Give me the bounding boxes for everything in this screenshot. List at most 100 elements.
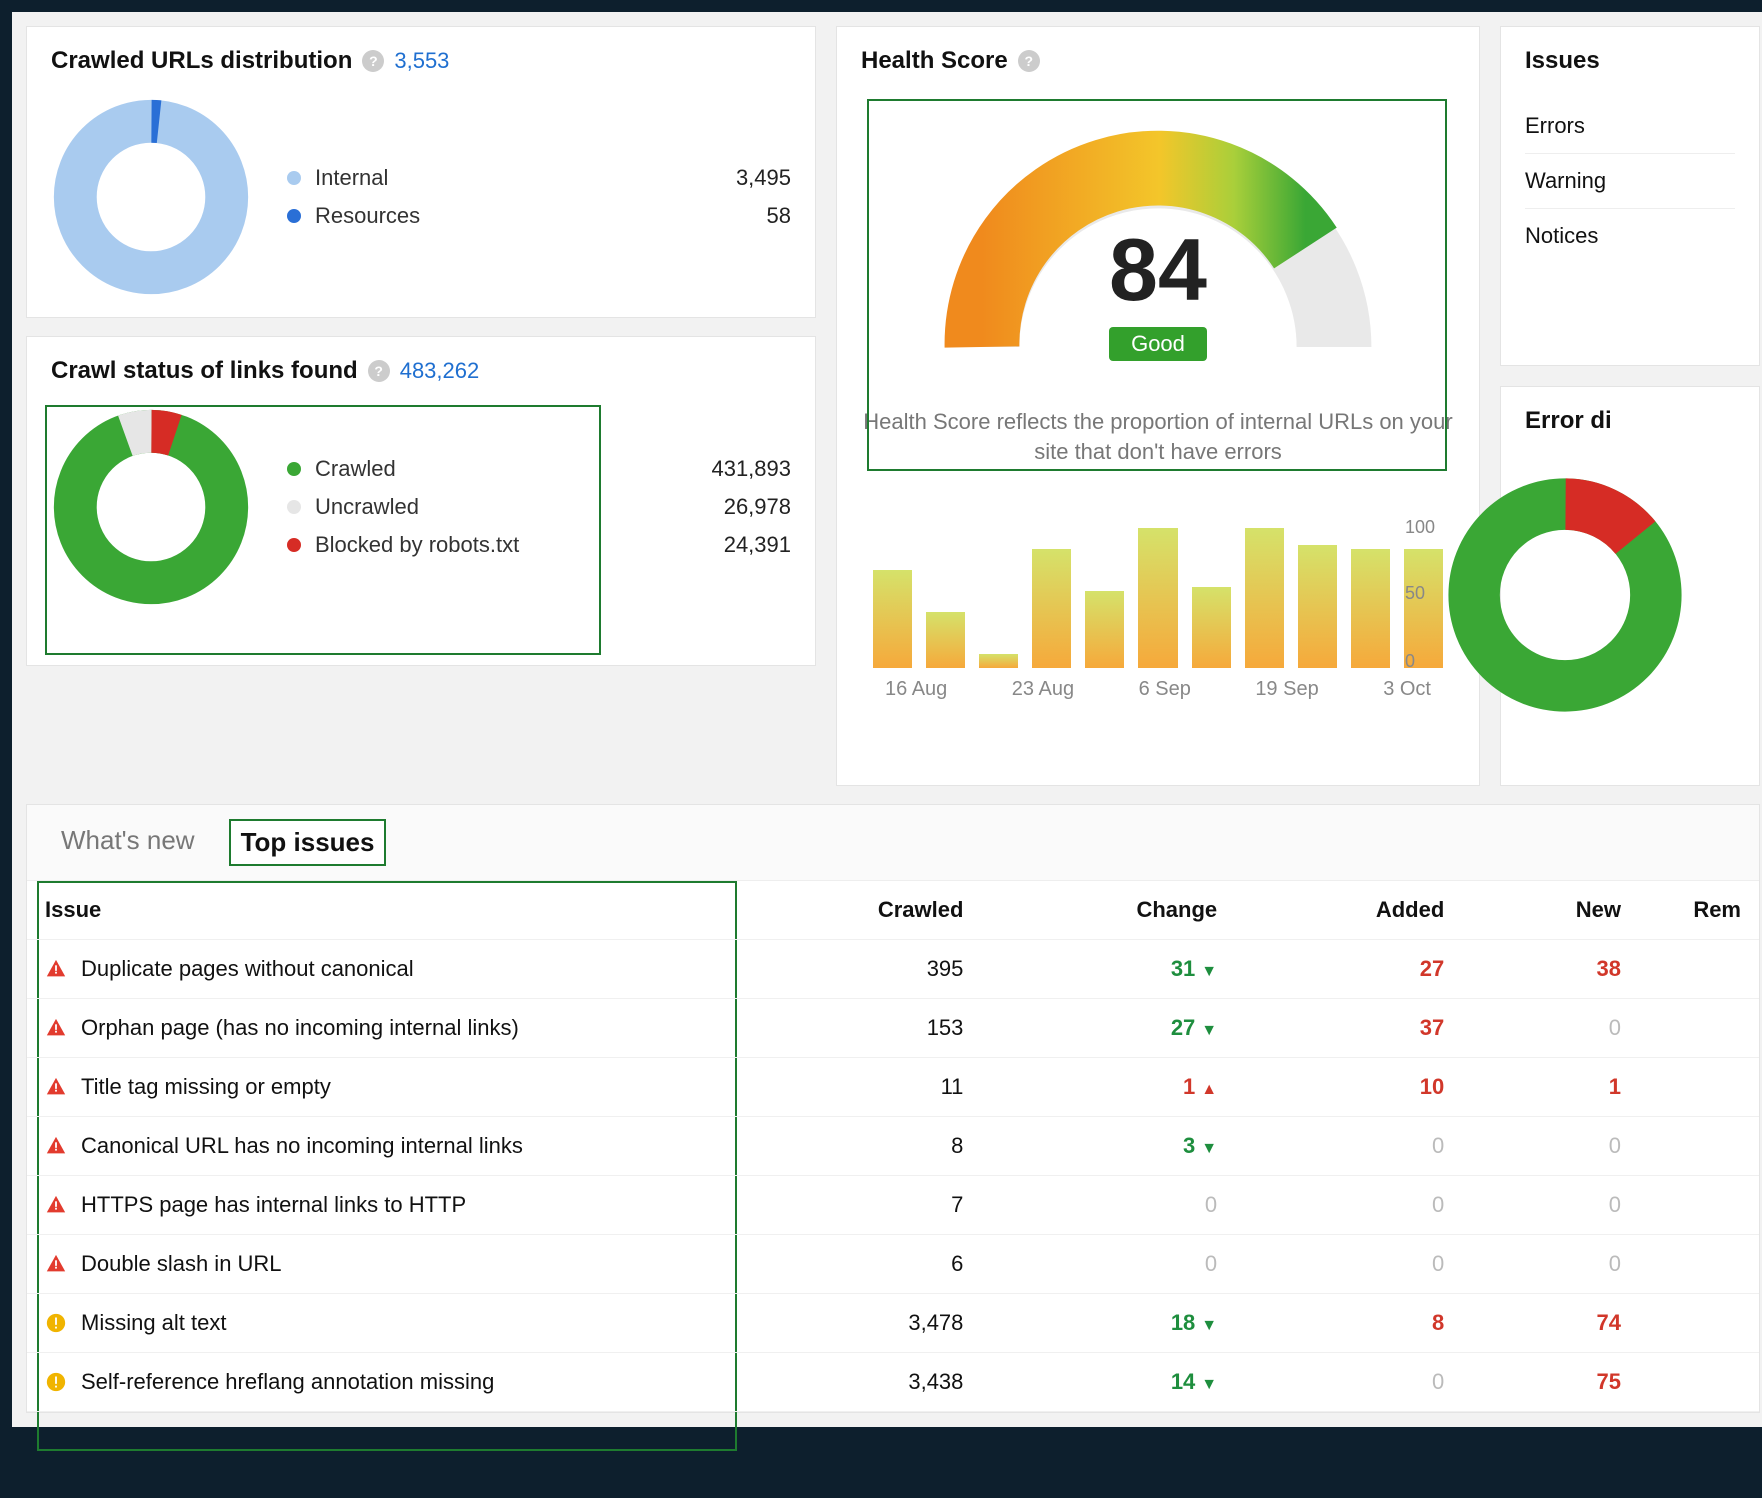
cell-new: 75 xyxy=(1462,1353,1639,1412)
table-row[interactable]: Double slash in URL 6 0 0 0 xyxy=(27,1235,1759,1294)
legend-dot xyxy=(287,171,301,185)
card-title: Issues xyxy=(1525,47,1600,75)
issues-summary-row[interactable]: Notices xyxy=(1525,209,1735,263)
table-row[interactable]: Self-reference hreflang annotation missi… xyxy=(27,1353,1759,1412)
table-row[interactable]: Title tag missing or empty 11 1▲ 10 1 xyxy=(27,1058,1759,1117)
col-issue[interactable]: Issue xyxy=(27,881,717,940)
history-bar[interactable] xyxy=(1351,549,1390,668)
legend-label: Internal xyxy=(315,165,736,191)
error-icon xyxy=(45,958,67,980)
table-row[interactable]: Missing alt text 3,478 18▼ 8 74 xyxy=(27,1294,1759,1353)
card-title: Error di xyxy=(1525,407,1612,435)
cell-change: 27▼ xyxy=(981,999,1235,1058)
legend-row[interactable]: Crawled 431,893 xyxy=(287,450,791,488)
history-bar[interactable] xyxy=(1298,545,1337,668)
issues-summary-row[interactable]: Warning xyxy=(1525,154,1735,209)
cell-new: 0 xyxy=(1462,1235,1639,1294)
issue-name: Self-reference hreflang annotation missi… xyxy=(81,1369,494,1395)
cell-change: 0 xyxy=(981,1176,1235,1235)
legend-row[interactable]: Uncrawled 26,978 xyxy=(287,488,791,526)
issues-table: Issue Crawled Change Added New Rem Dupli… xyxy=(27,881,1759,1412)
tab-whats-new[interactable]: What's new xyxy=(51,819,205,866)
issues-summary-row[interactable]: Errors xyxy=(1525,99,1735,154)
cell-added: 0 xyxy=(1235,1176,1462,1235)
help-icon[interactable]: ? xyxy=(1018,50,1040,72)
legend-dot xyxy=(287,209,301,223)
cell-change: 3▼ xyxy=(981,1117,1235,1176)
total-count-link[interactable]: 3,553 xyxy=(394,48,449,74)
x-tick: 6 Sep xyxy=(1139,678,1191,701)
issue-name: Missing alt text xyxy=(81,1310,227,1336)
history-bar[interactable] xyxy=(1085,591,1124,668)
issue-name: Canonical URL has no incoming internal l… xyxy=(81,1133,523,1159)
cell-new: 1 xyxy=(1462,1058,1639,1117)
legend-label: Resources xyxy=(315,203,767,229)
history-bar[interactable] xyxy=(979,654,1018,668)
total-count-link[interactable]: 483,262 xyxy=(400,358,480,384)
col-crawled[interactable]: Crawled xyxy=(717,881,981,940)
error-icon xyxy=(45,1194,67,1216)
table-row[interactable]: HTTPS page has internal links to HTTP 7 … xyxy=(27,1176,1759,1235)
col-new[interactable]: New xyxy=(1462,881,1639,940)
donut-chart-status xyxy=(51,407,251,607)
cell-added: 37 xyxy=(1235,999,1462,1058)
legend-value: 58 xyxy=(767,203,791,229)
history-bar[interactable] xyxy=(1032,549,1071,668)
card-title: Health Score xyxy=(861,47,1008,75)
cell-new: 38 xyxy=(1462,940,1639,999)
legend-value: 3,495 xyxy=(736,165,791,191)
donut-chart-crawled xyxy=(51,97,251,297)
table-row[interactable]: Duplicate pages without canonical 395 31… xyxy=(27,940,1759,999)
card-health-score: Health Score ? xyxy=(836,26,1480,786)
error-icon xyxy=(45,1253,67,1275)
cell-crawled: 6 xyxy=(717,1235,981,1294)
tabs-header: What's new Top issues xyxy=(27,805,1759,881)
history-bar[interactable] xyxy=(926,612,965,668)
cell-crawled: 7 xyxy=(717,1176,981,1235)
tab-top-issues[interactable]: Top issues xyxy=(229,819,387,866)
legend-row[interactable]: Blocked by robots.txt 24,391 xyxy=(287,526,791,564)
legend-dot xyxy=(287,500,301,514)
help-icon[interactable]: ? xyxy=(362,50,384,72)
cell-crawled: 395 xyxy=(717,940,981,999)
cell-added: 0 xyxy=(1235,1235,1462,1294)
legend-dot xyxy=(287,538,301,552)
warning-icon xyxy=(45,1371,67,1393)
col-added[interactable]: Added xyxy=(1235,881,1462,940)
donut-chart-errors xyxy=(1445,475,1685,715)
cell-crawled: 3,478 xyxy=(717,1294,981,1353)
card-title: Crawl status of links found xyxy=(51,357,358,385)
table-row[interactable]: Orphan page (has no incoming internal li… xyxy=(27,999,1759,1058)
legend-row[interactable]: Internal 3,495 xyxy=(287,159,791,197)
cell-change: 18▼ xyxy=(981,1294,1235,1353)
card-issues-summary: Issues ErrorsWarning Notices xyxy=(1500,26,1760,366)
history-bar[interactable] xyxy=(1138,528,1177,668)
legend-value: 431,893 xyxy=(711,456,791,482)
history-bar[interactable] xyxy=(873,570,912,668)
legend-value: 24,391 xyxy=(724,532,791,558)
cell-added: 27 xyxy=(1235,940,1462,999)
history-bar[interactable] xyxy=(1245,528,1284,668)
x-tick: 16 Aug xyxy=(885,678,947,701)
cell-added: 10 xyxy=(1235,1058,1462,1117)
col-change[interactable]: Change xyxy=(981,881,1235,940)
help-icon[interactable]: ? xyxy=(368,360,390,382)
cell-change: 0 xyxy=(981,1235,1235,1294)
cell-new: 0 xyxy=(1462,1117,1639,1176)
issue-name: Double slash in URL xyxy=(81,1251,282,1277)
history-bar[interactable] xyxy=(1192,587,1231,668)
health-description: Health Score reflects the proportion of … xyxy=(861,407,1455,466)
health-history-bars: 100 50 0 xyxy=(873,508,1443,668)
x-tick: 19 Sep xyxy=(1255,678,1318,701)
row-label: Notices xyxy=(1525,223,1598,249)
table-row[interactable]: Canonical URL has no incoming internal l… xyxy=(27,1117,1759,1176)
legend-row[interactable]: Resources 58 xyxy=(287,197,791,235)
cell-new: 74 xyxy=(1462,1294,1639,1353)
issue-name: Orphan page (has no incoming internal li… xyxy=(81,1015,519,1041)
cell-added: 8 xyxy=(1235,1294,1462,1353)
legend: Internal 3,495 Resources 58 xyxy=(287,159,791,235)
health-badge: Good xyxy=(1109,327,1207,361)
col-removed[interactable]: Rem xyxy=(1639,881,1759,940)
error-icon xyxy=(45,1017,67,1039)
card-crawled-distribution: Crawled URLs distribution ? 3,553 Intern… xyxy=(26,26,816,318)
